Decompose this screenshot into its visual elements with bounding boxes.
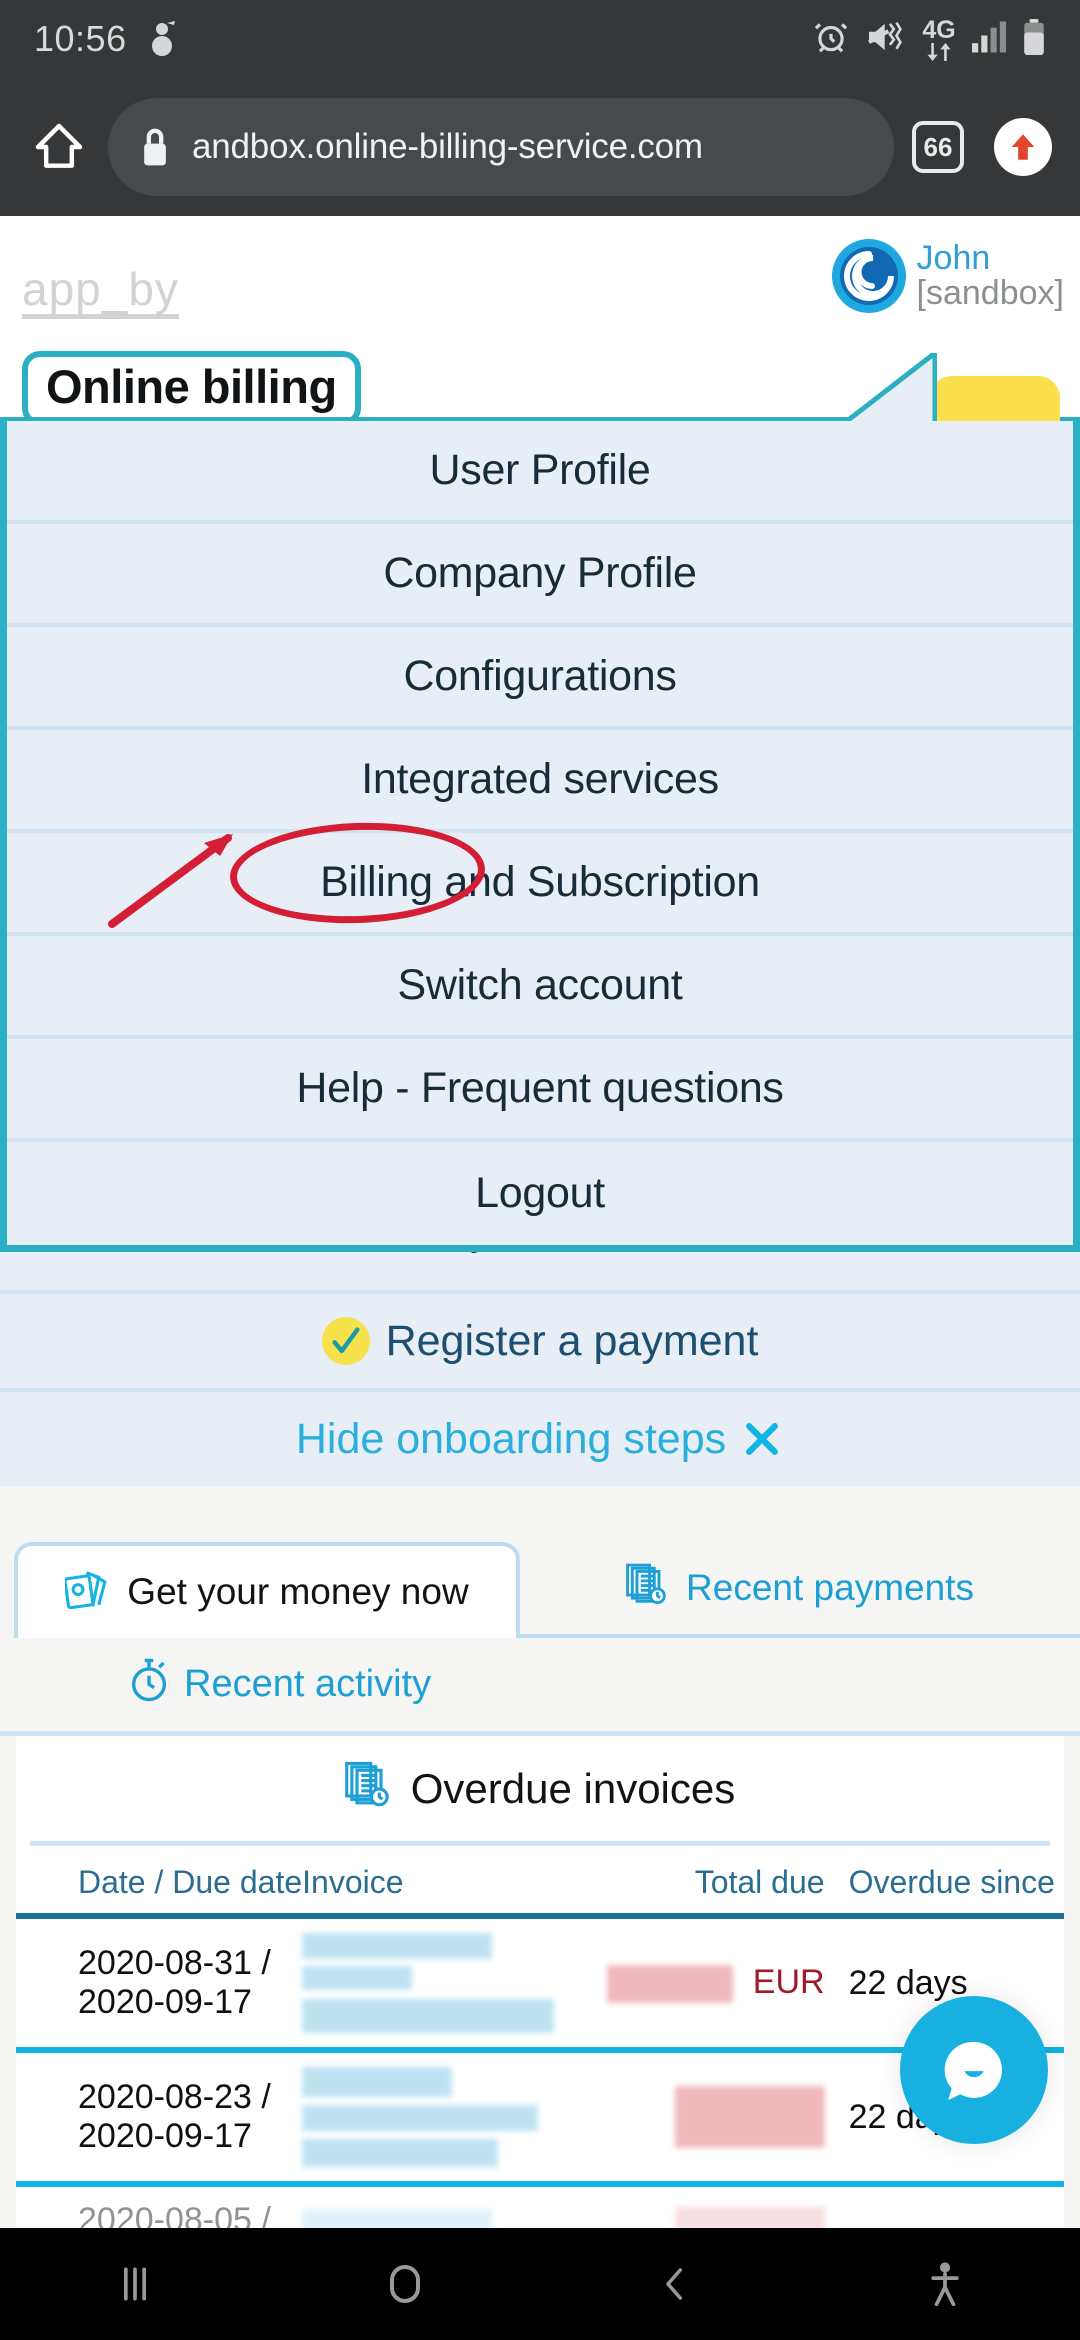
chat-bubble-icon[interactable] [900, 1996, 1048, 2144]
tab-recent-payments-label: Recent payments [686, 1567, 974, 1608]
menu-item-logout[interactable]: Logout [7, 1142, 1073, 1245]
menu-item-billing-subscription[interactable]: Billing and Subscription [7, 833, 1073, 936]
tab-count-button[interactable]: 66 [912, 121, 964, 173]
redacted-amount [674, 2086, 825, 2148]
onboarding-steps: Register a payment Hide onboarding steps [0, 1252, 1080, 1486]
battery-icon [1022, 18, 1046, 60]
android-navigation-bar [0, 2228, 1080, 2340]
user-environment: [sandbox] [916, 274, 1064, 312]
phone-screen: 10:56 4G andbox.online-billing-service.c… [0, 0, 1080, 2340]
menu-item-help[interactable]: Help - Frequent questions [7, 1039, 1073, 1142]
menu-item-integrated-services[interactable]: Integrated services [7, 730, 1073, 833]
brand-logo[interactable]: Online billing [22, 351, 361, 426]
redacted-amount [607, 1965, 734, 2003]
overdue-invoices-title: Overdue invoices [30, 1736, 1050, 1846]
vibrate-mute-icon [866, 20, 906, 59]
cell-invoice [302, 1916, 599, 2050]
dropdown-caret-outline [847, 353, 937, 421]
menu-item-company-profile[interactable]: Company Profile [7, 524, 1073, 627]
url-text: andbox.online-billing-service.com [192, 127, 703, 166]
content-tabs: Get your money now Recent payments [0, 1486, 1080, 1638]
recent-activity-label: Recent activity [184, 1663, 432, 1705]
home-icon[interactable] [28, 119, 90, 175]
user-menu-trigger[interactable]: John [sandbox] [831, 238, 1064, 314]
redacted-invoice-line [302, 2105, 539, 2131]
invoices-clock-icon [344, 1761, 393, 1817]
redacted-invoice-line [302, 1966, 413, 1990]
menu-item-configurations[interactable]: Configurations [7, 627, 1073, 730]
close-x-icon [740, 1417, 784, 1461]
tab-recent-payments[interactable]: Recent payments [520, 1542, 1080, 1638]
home-circle-icon[interactable] [270, 2260, 540, 2308]
redacted-invoice-line [302, 2139, 499, 2167]
table-row[interactable]: 2020-08-31 / 2020-09-17 EUR 22 days [16, 1916, 1064, 2050]
network-4g-icon: 4G [922, 17, 956, 61]
app-header: app_by Online billing John [sandbox] [0, 216, 1080, 466]
user-name: John [916, 239, 991, 278]
cell-date: 2020-08-31 / 2020-09-17 [16, 1916, 302, 2050]
cell-date-issued: 2020-08-31 / [78, 1943, 271, 1982]
banknotes-icon [63, 1567, 111, 1618]
tab-get-your-money-now[interactable]: Get your money now [14, 1542, 520, 1638]
snowman-icon [147, 20, 177, 58]
overdue-invoices-title-label: Overdue invoices [410, 1764, 736, 1812]
column-header-date: Date / Due date [78, 1864, 303, 1901]
user-info: John [sandbox] [917, 241, 1064, 310]
check-circle-icon [321, 1317, 370, 1365]
back-chevron-icon[interactable] [540, 2263, 810, 2305]
browser-toolbar: andbox.online-billing-service.com 66 [0, 78, 1080, 216]
stopwatch-icon [128, 1657, 170, 1713]
cell-date-due: 2020-09-17 [78, 1983, 252, 2021]
status-bar-clock: 10:56 [34, 18, 127, 59]
redacted-invoice-line [302, 2067, 453, 2097]
signal-bars-icon [972, 21, 1006, 58]
cell-date-due: 2020-09-17 [78, 2117, 252, 2155]
cell-invoice [302, 2050, 599, 2184]
invoices-icon [626, 1563, 670, 1614]
recent-activity-link[interactable]: Recent activity [0, 1638, 1080, 1736]
column-header-invoice: Invoice [302, 1864, 404, 1900]
menu-item-user-profile[interactable]: User Profile [7, 421, 1073, 524]
recents-icon[interactable] [0, 2262, 270, 2306]
status-bar: 10:56 4G [0, 0, 1080, 78]
tab-get-your-money-now-label: Get your money now [127, 1571, 469, 1612]
redacted-invoice-line [302, 1933, 493, 1959]
redacted-invoice-line [302, 1999, 555, 2033]
hide-onboarding-steps-button[interactable]: Hide onboarding steps [0, 1388, 1080, 1486]
menu-item-switch-account[interactable]: Switch account [7, 936, 1073, 1039]
onboarding-register-payment[interactable]: Register a payment [0, 1290, 1080, 1388]
onboarding-obscured-step [0, 1252, 1080, 1290]
overdue-invoices-card: Overdue invoices Date / Due date Invoice… [16, 1736, 1064, 2261]
alarm-icon [812, 18, 850, 61]
cell-date: 2020-08-23 / 2020-09-17 [16, 2050, 302, 2184]
onboarding-register-payment-label: Register a payment [385, 1316, 759, 1365]
hide-onboarding-label: Hide onboarding steps [295, 1414, 727, 1463]
user-power-spiral-icon [831, 238, 907, 314]
table-header-row: Date / Due date Invoice Total due Overdu… [16, 1846, 1064, 1916]
brand-label: Online billing [46, 360, 337, 413]
column-header-overdue: Overdue since [848, 1864, 1055, 1900]
user-dropdown-menu: User Profile Company Profile Configurati… [0, 421, 1080, 1252]
upload-arrow-icon[interactable] [994, 118, 1052, 176]
url-bar[interactable]: andbox.online-billing-service.com [108, 98, 894, 196]
lock-icon [140, 127, 170, 167]
accessibility-icon[interactable] [810, 2262, 1080, 2306]
cell-total-due: EUR [599, 1916, 825, 2050]
cell-date-issued: 2020-08-23 / [78, 2077, 271, 2116]
cell-total-due [599, 2050, 825, 2184]
cell-currency: EUR [752, 1962, 825, 2001]
status-bar-icons: 4G [812, 17, 1046, 61]
column-header-total: Total due [694, 1864, 825, 1900]
webpage: app_by Online billing John [sandbox] Use… [0, 216, 1080, 2340]
app-by-logo: app_by [22, 266, 179, 319]
